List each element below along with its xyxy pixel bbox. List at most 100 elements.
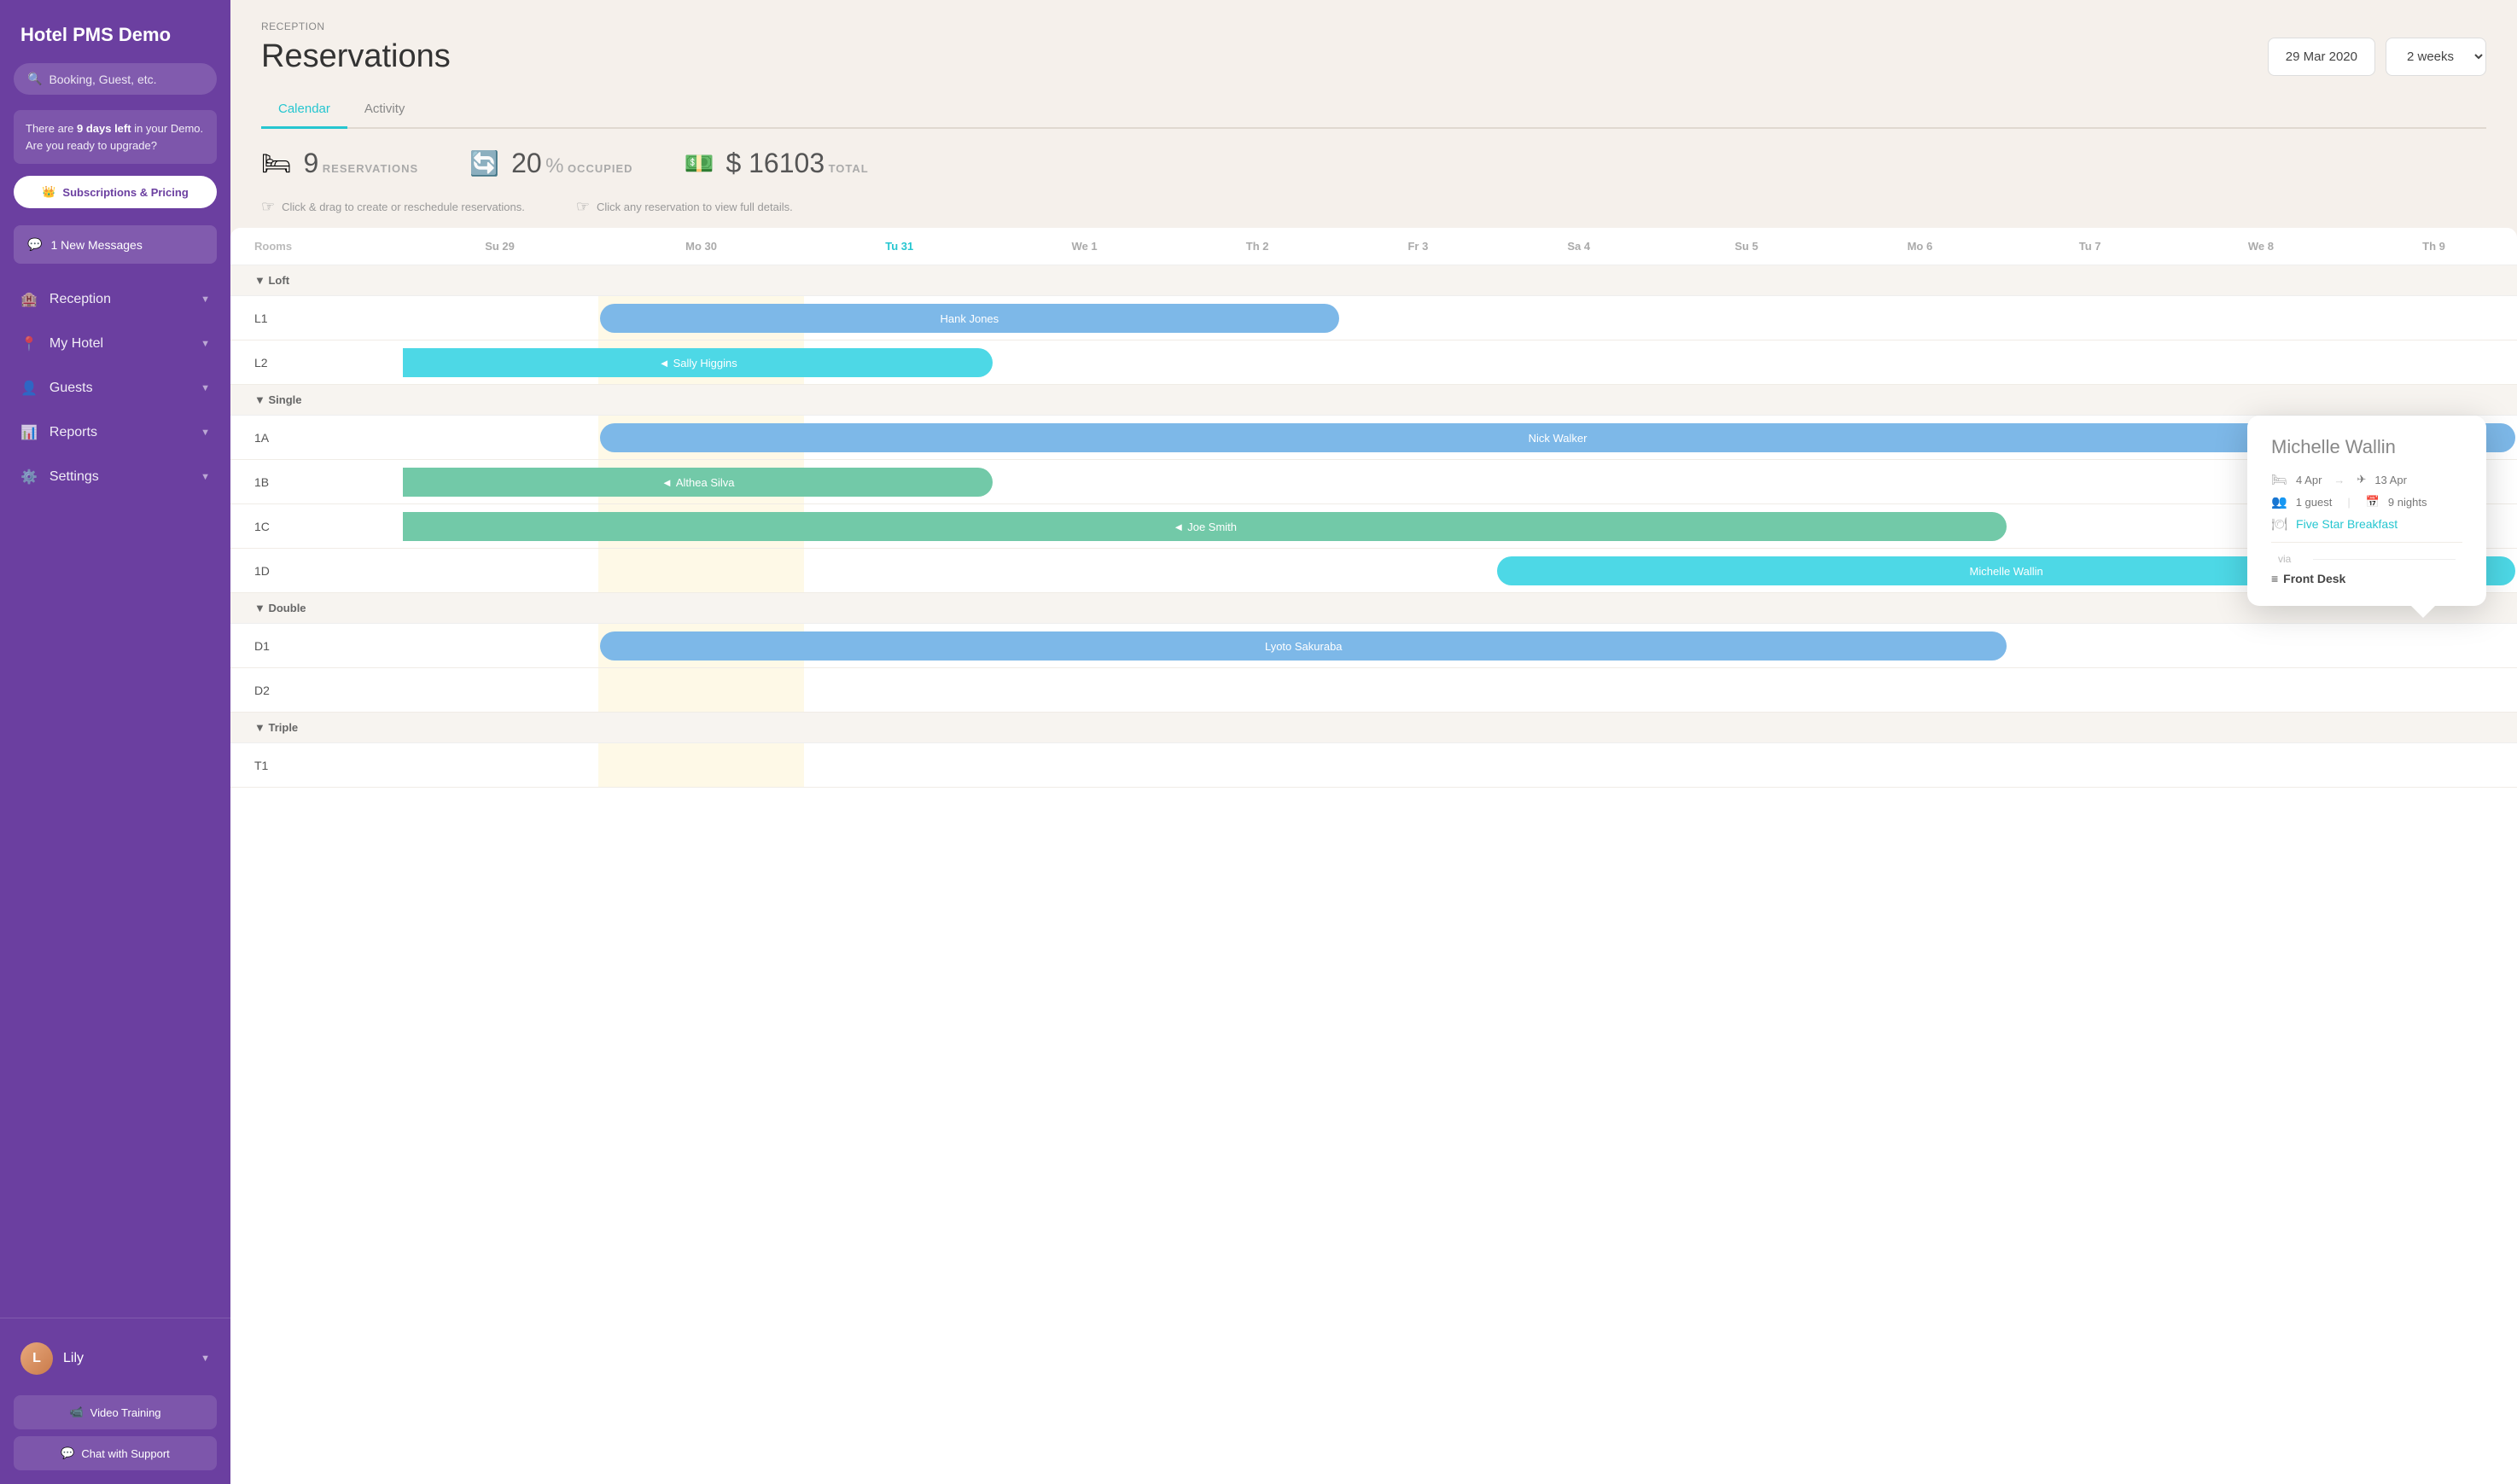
reservation-bar-althea-silva[interactable]: ◄ Althea Silva (403, 468, 993, 497)
cell-d1-col0[interactable] (401, 624, 598, 668)
cell-t1-col0[interactable] (401, 743, 598, 788)
cell-1d-col6[interactable]: Michelle Wallin (1495, 549, 1662, 593)
cell-d2-col6[interactable] (1495, 668, 1662, 713)
cell-1d-col0[interactable] (401, 549, 598, 593)
cell-1a-col0[interactable] (401, 416, 598, 460)
cell-l2-col0[interactable]: ◄ Sally Higgins (401, 340, 598, 385)
tooltip-addon-row: 🍽 Five Star Breakfast (2271, 516, 2462, 532)
cell-d2-col7[interactable] (1662, 668, 1831, 713)
cell-l1-col10[interactable] (2171, 296, 2351, 340)
cell-l1-col5[interactable] (1341, 296, 1496, 340)
col-we8: We 8 (2171, 228, 2351, 265)
cell-l2-col6[interactable] (1495, 340, 1662, 385)
cell-1b-col7[interactable] (1662, 460, 1831, 504)
cell-d1-col10[interactable] (2171, 624, 2351, 668)
cell-t1-col1[interactable] (598, 743, 804, 788)
video-training-button[interactable]: 📹 Video Training (14, 1395, 217, 1429)
cell-1a-col1[interactable]: Nick Walker (598, 416, 804, 460)
col-th2: Th 2 (1174, 228, 1341, 265)
cell-t1-col11[interactable] (2351, 743, 2517, 788)
cell-l2-col3[interactable] (994, 340, 1174, 385)
tab-calendar[interactable]: Calendar (261, 91, 347, 129)
sidebar-item-reports[interactable]: 📊 Reports ▼ (0, 410, 230, 455)
cell-l2-col8[interactable] (1831, 340, 2008, 385)
cell-d1-col11[interactable] (2351, 624, 2517, 668)
cell-d2-col10[interactable] (2171, 668, 2351, 713)
cell-1c-col0[interactable]: ◄ Joe Smith (401, 504, 598, 549)
cell-l2-col7[interactable] (1662, 340, 1831, 385)
calendar-tooltip-icon: 📅 (2366, 495, 2380, 509)
cell-l2-col4[interactable] (1174, 340, 1341, 385)
cell-1d-col5[interactable] (1341, 549, 1496, 593)
cell-d1-col1[interactable]: Lyoto Sakuraba (598, 624, 804, 668)
cell-1d-col4[interactable] (1174, 549, 1341, 593)
cell-t1-col10[interactable] (2171, 743, 2351, 788)
date-picker-button[interactable]: 29 Mar 2020 (2268, 38, 2375, 76)
cell-1b-col4[interactable] (1174, 460, 1341, 504)
sidebar-item-guests[interactable]: 👤 Guests ▼ (0, 366, 230, 410)
sidebar-item-my-hotel[interactable]: 📍 My Hotel ▼ (0, 322, 230, 366)
cell-d2-col8[interactable] (1831, 668, 2008, 713)
cell-1d-col2[interactable] (804, 549, 994, 593)
cell-1b-col0[interactable]: ◄ Althea Silva (401, 460, 598, 504)
upgrade-button[interactable]: 👑 Subscriptions & Pricing (14, 176, 217, 208)
cell-t1-col2[interactable] (804, 743, 994, 788)
reservation-bar-joe-smith[interactable]: ◄ Joe Smith (403, 512, 2007, 541)
cell-l1-col11[interactable] (2351, 296, 2517, 340)
room-group-single: ▼ Single (230, 385, 2517, 416)
cell-l1-col9[interactable] (2008, 296, 2170, 340)
cell-l1-col0[interactable] (401, 296, 598, 340)
chat-support-button[interactable]: 💬 Chat with Support (14, 1436, 217, 1470)
cell-1b-col3[interactable] (994, 460, 1174, 504)
room-label-l2: L2 (230, 340, 401, 385)
cell-1b-col8[interactable] (1831, 460, 2008, 504)
cell-t1-col7[interactable] (1662, 743, 1831, 788)
cell-d2-col3[interactable] (994, 668, 1174, 713)
cell-l2-col9[interactable] (2008, 340, 2170, 385)
cell-1b-col9[interactable] (2008, 460, 2170, 504)
search-bar[interactable]: 🔍 Booking, Guest, etc. (14, 63, 217, 95)
tab-activity[interactable]: Activity (347, 91, 422, 129)
messages-button[interactable]: 💬 1 New Messages (14, 225, 217, 264)
cell-t1-col5[interactable] (1341, 743, 1496, 788)
cell-d2-col9[interactable] (2008, 668, 2170, 713)
avatar: L (20, 1342, 53, 1375)
cell-d2-col4[interactable] (1174, 668, 1341, 713)
sidebar-item-reception[interactable]: 🏨 Reception ▼ (0, 277, 230, 322)
rooms-col-header: Rooms (230, 228, 401, 265)
cell-d2-col11[interactable] (2351, 668, 2517, 713)
cell-d2-col5[interactable] (1341, 668, 1496, 713)
reservation-bar-sally-higgins[interactable]: ◄ Sally Higgins (403, 348, 993, 377)
cell-d1-col9[interactable] (2008, 624, 2170, 668)
cell-l1-col1[interactable]: Hank Jones (598, 296, 804, 340)
cell-l1-col7[interactable] (1662, 296, 1831, 340)
cell-d2-col1[interactable] (598, 668, 804, 713)
cell-l1-col8[interactable] (1831, 296, 2008, 340)
cell-l2-col11[interactable] (2351, 340, 2517, 385)
cell-t1-col4[interactable] (1174, 743, 1341, 788)
cell-1b-col5[interactable] (1341, 460, 1496, 504)
cell-1c-col9[interactable] (2008, 504, 2170, 549)
source-icon: ≡ (2271, 572, 2278, 585)
weeks-select[interactable]: 2 weeks 1 week 3 weeks (2386, 38, 2486, 76)
cell-t1-col9[interactable] (2008, 743, 2170, 788)
cell-1d-col1[interactable] (598, 549, 804, 593)
sidebar-item-label-guests: Guests (50, 381, 93, 396)
tooltip-tail (2411, 606, 2435, 618)
cell-t1-col6[interactable] (1495, 743, 1662, 788)
cell-l2-col5[interactable] (1341, 340, 1496, 385)
reservation-bar-hank-jones[interactable]: Hank Jones (600, 304, 1338, 333)
user-profile[interactable]: L Lily ▼ (14, 1332, 217, 1385)
sidebar-item-settings[interactable]: ⚙️ Settings ▼ (0, 455, 230, 499)
reservation-bar-nick-walker[interactable]: Nick Walker (600, 423, 2515, 452)
cell-t1-col3[interactable] (994, 743, 1174, 788)
reservation-bar-lyoto-sakuraba[interactable]: Lyoto Sakuraba (600, 631, 2007, 661)
flight-icon: ✈ (2357, 473, 2366, 486)
cell-d2-col2[interactable] (804, 668, 994, 713)
cell-l2-col10[interactable] (2171, 340, 2351, 385)
cell-1b-col6[interactable] (1495, 460, 1662, 504)
cell-d2-col0[interactable] (401, 668, 598, 713)
cell-1d-col3[interactable] (994, 549, 1174, 593)
cell-t1-col8[interactable] (1831, 743, 2008, 788)
cell-l1-col6[interactable] (1495, 296, 1662, 340)
